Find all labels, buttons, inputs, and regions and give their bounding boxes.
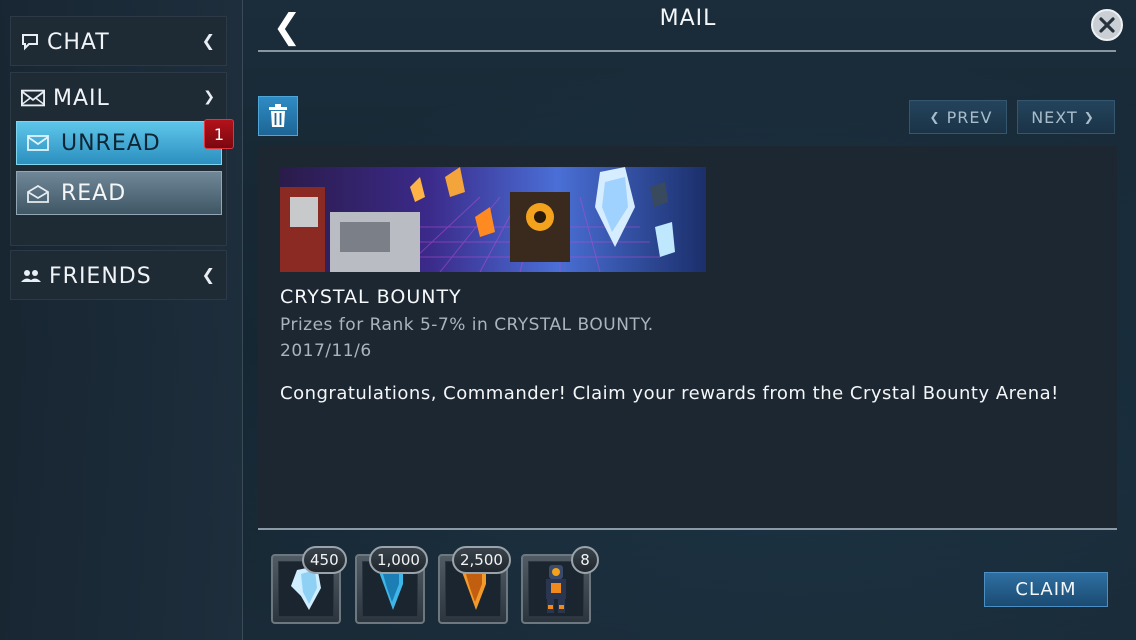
unread-count-badge: 1 (204, 119, 234, 149)
chat-label: CHAT (47, 29, 110, 55)
next-button[interactable]: NEXT ❯ (1017, 100, 1115, 134)
sidebar: CHAT ❮ MAIL ❯ UNREAD READ FRIENDS ❮ (0, 0, 243, 640)
mail-section: MAIL ❯ UNREAD READ (10, 72, 227, 246)
chevron-right-icon: ❯ (1083, 110, 1095, 124)
sidebar-item-unread[interactable]: UNREAD (16, 121, 222, 165)
chevron-down-icon: ❯ (203, 89, 216, 105)
mail-label: MAIL (53, 85, 110, 111)
sidebar-item-read[interactable]: READ (16, 171, 222, 215)
friends-header[interactable]: FRIENDS ❮ (11, 251, 226, 301)
read-label: READ (61, 180, 127, 206)
claim-button[interactable]: CLAIM (984, 572, 1108, 607)
friends-section[interactable]: FRIENDS ❮ (10, 250, 227, 300)
message-title: CRYSTAL BOUNTY (280, 286, 462, 308)
chevron-left-icon: ❮ (201, 265, 216, 284)
message-date: 2017/11/6 (280, 341, 372, 361)
chevron-left-icon: ❮ (929, 110, 941, 124)
envelope-open-icon (27, 185, 49, 203)
unread-label: UNREAD (61, 130, 161, 156)
chat-header[interactable]: CHAT ❮ (11, 17, 226, 67)
character-figure-icon (546, 565, 566, 613)
chevron-left-icon: ❮ (201, 31, 216, 50)
next-label: NEXT (1031, 107, 1078, 127)
delete-button[interactable] (258, 96, 298, 136)
header-divider (258, 50, 1116, 52)
page-title: MAIL (659, 6, 717, 31)
envelope-closed-icon (27, 135, 49, 151)
close-icon (1099, 17, 1115, 33)
close-button[interactable] (1091, 9, 1123, 41)
back-button[interactable]: ❮ (273, 7, 302, 47)
mail-header[interactable]: MAIL ❯ (11, 73, 226, 123)
chat-section[interactable]: CHAT ❮ (10, 16, 227, 66)
reward-qty: 2,500 (452, 546, 511, 574)
message-banner-image (280, 167, 706, 272)
prev-label: PREV (946, 107, 993, 127)
friends-label: FRIENDS (49, 263, 152, 289)
reward-qty: 1,000 (369, 546, 428, 574)
prev-button[interactable]: ❮ PREV (909, 100, 1007, 134)
trash-icon (269, 104, 287, 127)
envelope-icon (21, 88, 45, 108)
message-body: Congratulations, Commander! Claim your r… (280, 383, 1059, 404)
friends-icon (21, 266, 41, 286)
message-subtitle: Prizes for Rank 5-7% in CRYSTAL BOUNTY. (280, 315, 654, 335)
chat-bubble-icon (21, 32, 39, 52)
reward-qty: 450 (302, 546, 347, 574)
reward-qty: 8 (571, 546, 599, 574)
